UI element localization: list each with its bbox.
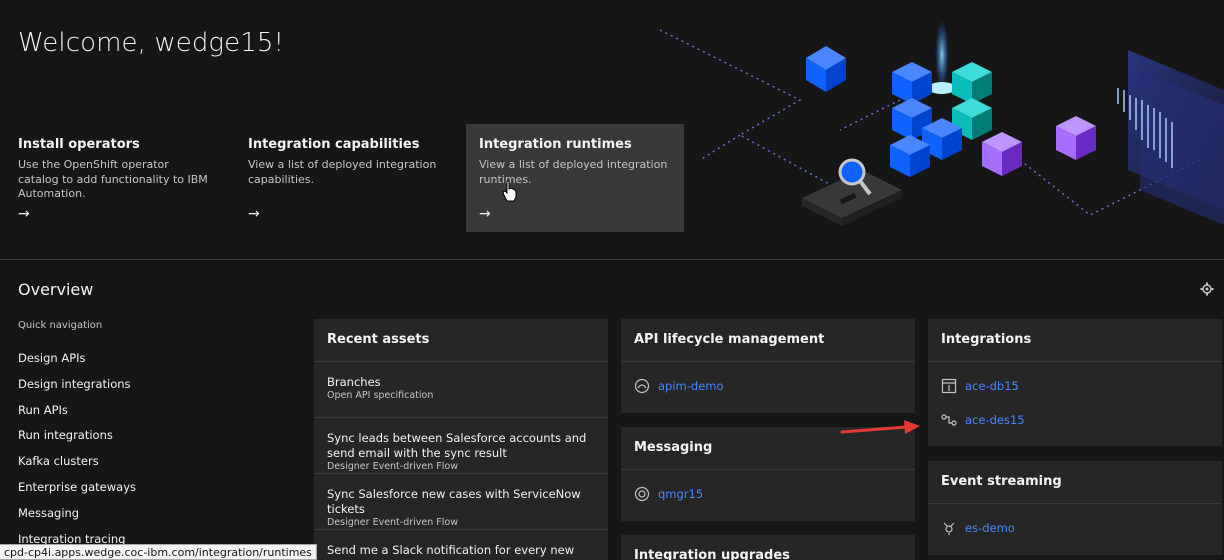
asset-name: Sync leads between Salesforce accounts a… (327, 431, 587, 460)
instance-link-ace-des15[interactable]: ace-des15 (928, 403, 1222, 437)
status-url-tooltip: cpd-cp4i.apps.wedge.coc-ibm.com/integrat… (0, 544, 317, 560)
instance-link-apim-demo[interactable]: apim-demo (621, 369, 915, 403)
tile-title: Integration capabilities (248, 137, 420, 152)
quicknav-messaging[interactable]: Messaging (18, 505, 136, 531)
tile-description: View a list of deployed integration capa… (248, 158, 437, 186)
asset-type: Open API specification (327, 390, 434, 401)
quick-navigation-list: Design APIs Design integrations Run APIs… (18, 350, 136, 556)
instance-link-label[interactable]: apim-demo (658, 379, 724, 393)
tile-description: Use the OpenShift operator catalog to ad… (18, 158, 208, 200)
instance-link-label[interactable]: ace-db15 (965, 379, 1019, 393)
tile-title: Install operators (18, 137, 140, 152)
asset-name: Sync Salesforce new cases with ServiceNo… (327, 487, 581, 516)
designer-flow-icon (941, 414, 957, 426)
card-title: Recent assets (314, 319, 608, 362)
quicknav-enterprise-gateways[interactable]: Enterprise gateways (18, 479, 136, 505)
list-item[interactable]: Sync Salesforce new cases with ServiceNo… (314, 474, 608, 530)
card-title: Event streaming (928, 461, 1222, 504)
instance-link-label[interactable]: es-demo (965, 521, 1015, 535)
asset-name: Branches (327, 375, 381, 389)
hero-banner: Welcome, wedge15! Install operators Use … (0, 0, 1224, 259)
api-lifecycle-card: API lifecycle management apim-demo (621, 319, 915, 413)
list-item[interactable]: Branches Open API specification (314, 362, 608, 418)
section-divider (0, 259, 1224, 260)
card-title: Integration upgrades (634, 548, 790, 560)
api-icon (634, 378, 650, 394)
quick-navigation-label: Quick navigation (18, 320, 103, 331)
quicknav-kafka-clusters[interactable]: Kafka clusters (18, 453, 136, 479)
card-title: API lifecycle management (621, 319, 915, 362)
quicknav-run-integrations[interactable]: Run integrations (18, 427, 136, 453)
asset-type: Designer Event-driven Flow (327, 461, 458, 472)
asset-type: Designer Event-driven Flow (327, 517, 458, 528)
hero-illustration (659, 20, 1224, 226)
messaging-card: Messaging qmgr15 (621, 427, 915, 521)
dashboard-icon (941, 378, 957, 394)
tile-integration-capabilities[interactable]: Integration capabilities View a list of … (235, 124, 455, 232)
list-item[interactable]: Sync leads between Salesforce accounts a… (314, 418, 608, 474)
integrations-card: Integrations ace-db15 ace-des15 (928, 319, 1222, 446)
annotation-arrow-icon (840, 420, 920, 434)
instance-link-label[interactable]: ace-des15 (965, 413, 1025, 427)
queue-manager-icon (634, 486, 650, 502)
quicknav-design-apis[interactable]: Design APIs (18, 350, 136, 376)
gear-icon[interactable] (1200, 282, 1214, 296)
hand-cursor-icon (502, 180, 517, 202)
instance-link-ace-db15[interactable]: ace-db15 (928, 369, 1222, 403)
tile-install-operators[interactable]: Install operators Use the OpenShift oper… (5, 124, 223, 232)
arrow-right-icon: → (248, 206, 260, 222)
card-title: Integrations (928, 319, 1222, 362)
event-streams-icon (943, 522, 955, 535)
quicknav-design-integrations[interactable]: Design integrations (18, 376, 136, 402)
instance-link-label[interactable]: qmgr15 (658, 487, 703, 501)
quicknav-run-apis[interactable]: Run APIs (18, 402, 136, 428)
event-streaming-card: Event streaming es-demo (928, 461, 1222, 555)
arrow-right-icon: → (479, 206, 491, 222)
instance-link-es-demo[interactable]: es-demo (928, 511, 1222, 545)
arrow-right-icon: → (18, 206, 30, 222)
welcome-heading: Welcome, wedge15! (18, 28, 285, 58)
asset-name: Send me a Slack notification for every n… (327, 543, 575, 557)
list-item[interactable]: Send me a Slack notification for every n… (314, 530, 608, 560)
recent-assets-card: Recent assets Branches Open API specific… (314, 319, 608, 560)
instance-link-qmgr15[interactable]: qmgr15 (621, 477, 915, 511)
integration-upgrades-card: Integration upgrades (621, 535, 915, 560)
overview-heading: Overview (18, 280, 94, 299)
